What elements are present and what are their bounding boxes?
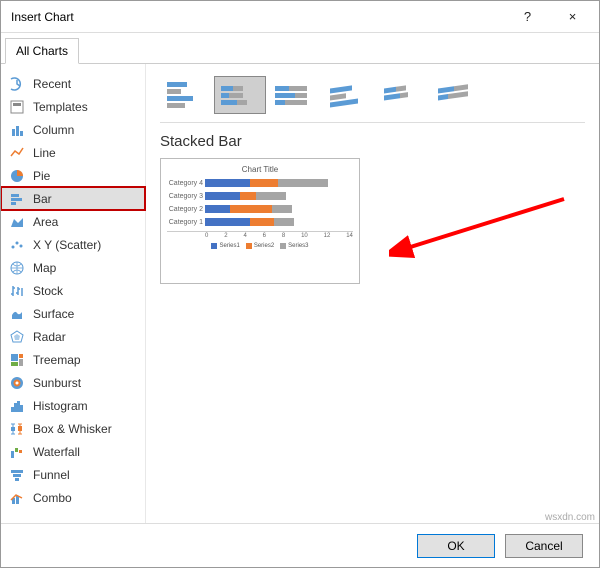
titlebar: Insert Chart ? × <box>1 1 599 33</box>
sidebar-item-bar[interactable]: Bar <box>1 187 145 210</box>
sidebar-item-label: Templates <box>33 100 88 114</box>
sidebar-item-radar[interactable]: Radar <box>1 325 145 348</box>
sidebar-item-label: Funnel <box>33 468 70 482</box>
tab-strip: All Charts <box>1 33 599 64</box>
sidebar-item-label: Column <box>33 123 74 137</box>
legend-series1: Series1 <box>219 243 239 249</box>
subtype-100-stacked-bar[interactable] <box>268 76 320 114</box>
sunburst-icon <box>9 375 25 391</box>
legend-series3: Series3 <box>288 243 308 249</box>
line-icon <box>9 145 25 161</box>
pie-icon <box>9 168 25 184</box>
sidebar-item-histogram[interactable]: Histogram <box>1 394 145 417</box>
cancel-button[interactable]: Cancel <box>505 534 583 558</box>
sidebar-item-label: Bar <box>33 192 52 206</box>
close-button[interactable]: × <box>550 2 595 32</box>
chart-preview-bars: Category 4Category 3Category 2Category 1 <box>167 179 353 226</box>
subtype-clustered-bar[interactable] <box>160 76 212 114</box>
sidebar-item-waterfall[interactable]: Waterfall <box>1 440 145 463</box>
scatter-icon <box>9 237 25 253</box>
sidebar-item-sunburst[interactable]: Sunburst <box>1 371 145 394</box>
dialog-footer: OK Cancel <box>1 523 599 567</box>
sidebar-item-recent[interactable]: Recent <box>1 72 145 95</box>
chart-preview[interactable]: Chart Title Category 4Category 3Category… <box>160 158 360 284</box>
sidebar-item-label: Surface <box>33 307 74 321</box>
help-button[interactable]: ? <box>505 2 550 32</box>
subtype-stacked-bar[interactable] <box>214 76 266 114</box>
annotation-arrow-icon <box>389 194 569 264</box>
bar-icon <box>9 191 25 207</box>
sidebar-item-column[interactable]: Column <box>1 118 145 141</box>
sidebar-item-label: Sunburst <box>33 376 81 390</box>
sidebar-item-surface[interactable]: Surface <box>1 302 145 325</box>
sidebar-item-label: Recent <box>33 77 71 91</box>
sidebar-item-templates[interactable]: Templates <box>1 95 145 118</box>
sidebar-item-label: Combo <box>33 491 72 505</box>
sidebar-item-label: Radar <box>33 330 66 344</box>
subtype-3d-clustered-bar[interactable] <box>322 76 374 114</box>
funnel-icon <box>9 467 25 483</box>
sidebar-item-treemap[interactable]: Treemap <box>1 348 145 371</box>
subtype-3d-stacked-bar[interactable] <box>376 76 428 114</box>
column-icon <box>9 122 25 138</box>
sidebar-item-area[interactable]: Area <box>1 210 145 233</box>
tab-all-charts[interactable]: All Charts <box>5 38 79 64</box>
insert-chart-dialog: Insert Chart ? × All Charts Recent Templ… <box>0 0 600 568</box>
map-icon <box>9 260 25 276</box>
section-title: Stacked Bar <box>160 133 585 150</box>
sidebar-item-label: Pie <box>33 169 50 183</box>
sidebar-item-label: Treemap <box>33 353 81 367</box>
sidebar-item-label: Line <box>33 146 56 160</box>
sidebar-item-label: Histogram <box>33 399 88 413</box>
subtype-3d-100-stacked-bar[interactable] <box>430 76 482 114</box>
sidebar-item-line[interactable]: Line <box>1 141 145 164</box>
treemap-icon <box>9 352 25 368</box>
main-panel: Stacked Bar Chart Title Category 4Catego… <box>146 64 599 523</box>
chart-preview-axis: 02468101214 <box>167 231 353 239</box>
sidebar-item-label: X Y (Scatter) <box>33 238 101 252</box>
sidebar-item-label: Box & Whisker <box>33 422 112 436</box>
dialog-title: Insert Chart <box>11 10 505 24</box>
chart-preview-title: Chart Title <box>167 165 353 174</box>
sidebar-item-boxwhisker[interactable]: Box & Whisker <box>1 417 145 440</box>
chart-type-sidebar: Recent Templates Column Line Pie Bar Are… <box>1 64 146 523</box>
sidebar-item-label: Area <box>33 215 58 229</box>
watermark-text: wsxdn.com <box>545 512 595 523</box>
sidebar-item-combo[interactable]: Combo <box>1 486 145 509</box>
radar-icon <box>9 329 25 345</box>
sidebar-item-label: Map <box>33 261 56 275</box>
combo-icon <box>9 490 25 506</box>
chart-preview-legend: Series1 Series2 Series3 <box>167 243 353 249</box>
sidebar-item-label: Waterfall <box>33 445 80 459</box>
sidebar-item-funnel[interactable]: Funnel <box>1 463 145 486</box>
sidebar-item-stock[interactable]: Stock <box>1 279 145 302</box>
bar-subtype-row <box>160 76 585 123</box>
legend-series2: Series2 <box>254 243 274 249</box>
recent-icon <box>9 76 25 92</box>
sidebar-item-pie[interactable]: Pie <box>1 164 145 187</box>
waterfall-icon <box>9 444 25 460</box>
sidebar-item-scatter[interactable]: X Y (Scatter) <box>1 233 145 256</box>
templates-icon <box>9 99 25 115</box>
area-icon <box>9 214 25 230</box>
boxwhisker-icon <box>9 421 25 437</box>
surface-icon <box>9 306 25 322</box>
stock-icon <box>9 283 25 299</box>
ok-button[interactable]: OK <box>417 534 495 558</box>
sidebar-item-map[interactable]: Map <box>1 256 145 279</box>
sidebar-item-label: Stock <box>33 284 63 298</box>
histogram-icon <box>9 398 25 414</box>
